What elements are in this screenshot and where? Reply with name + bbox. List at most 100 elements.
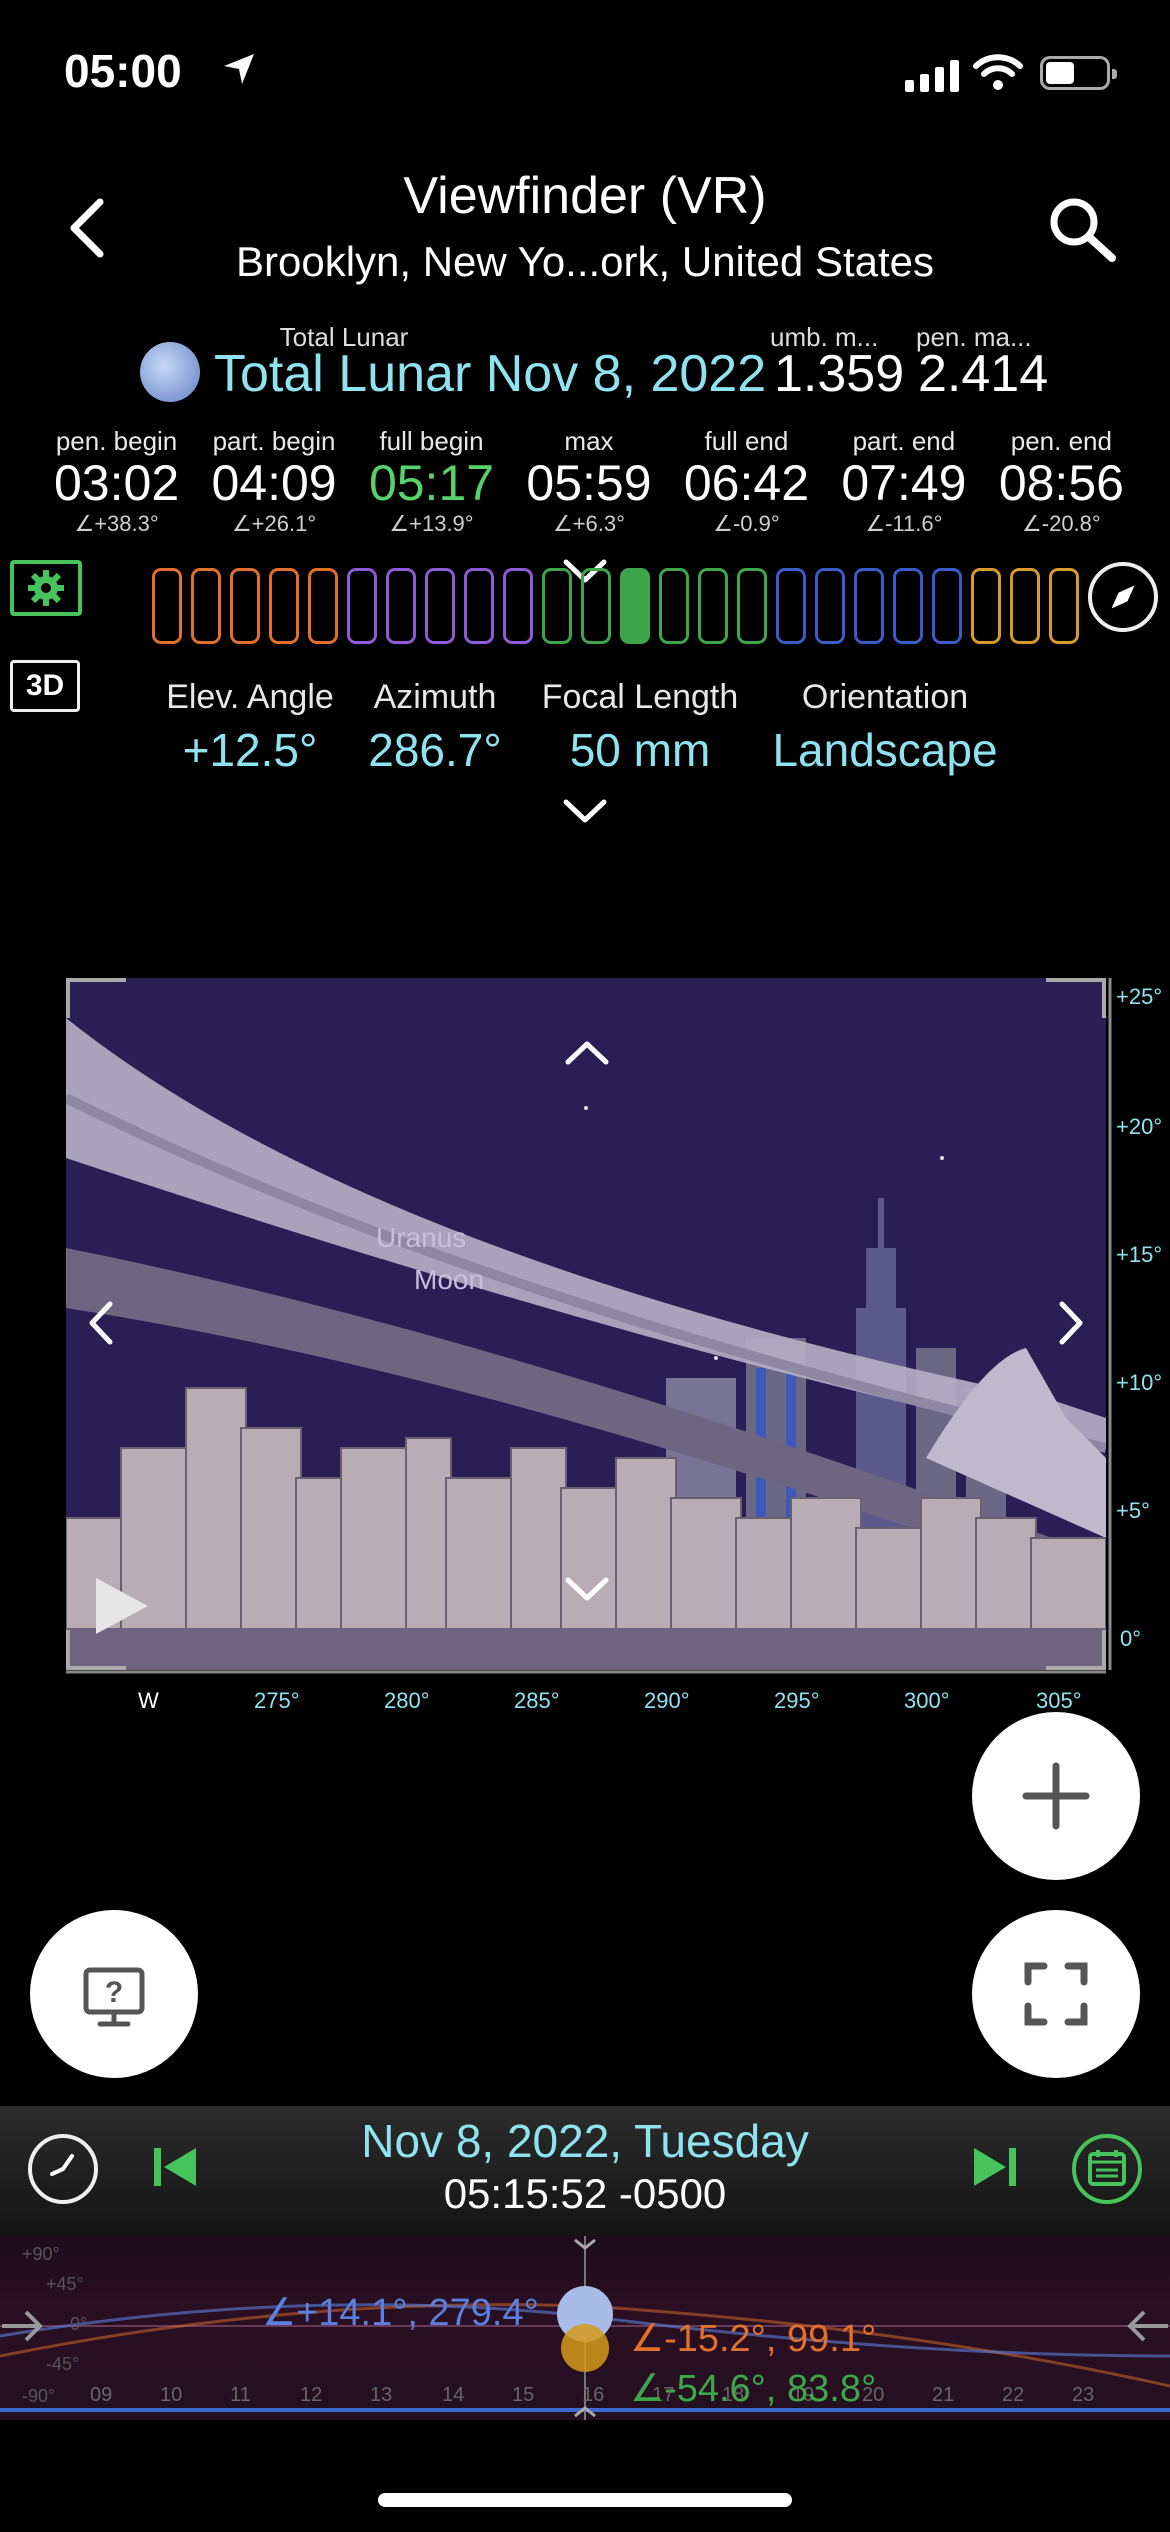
hour-label: 13 (370, 2384, 393, 2406)
location-name[interactable]: Brooklyn, New Yo...ork, United States (0, 238, 1170, 286)
altitude-label: 0° (70, 2314, 88, 2334)
phase-bar[interactable] (308, 568, 338, 644)
focal-length-param[interactable]: Focal Length 50 mm (520, 678, 760, 777)
phase-bar[interactable] (386, 568, 416, 644)
hour-label: 11 (230, 2384, 251, 2406)
chevron-down-icon[interactable] (560, 796, 610, 826)
cellular-signal-icon (905, 58, 959, 92)
pan-down-icon[interactable] (562, 1574, 612, 1604)
compass-icon[interactable] (1088, 562, 1158, 632)
hour-label: 09 (90, 2384, 113, 2406)
phase-bar[interactable] (620, 568, 650, 644)
penumbral-magnitude-value: 2.414 (918, 345, 1049, 403)
phase-bar[interactable] (425, 568, 455, 644)
azimuth-param[interactable]: Azimuth 286.7° (355, 678, 515, 777)
altitude-scale: +25° +20° +15° +10° +5° 0° (1106, 978, 1170, 1670)
viewfinder-scene[interactable]: Uranus Moon (66, 978, 1106, 1670)
phase-bar[interactable] (152, 568, 182, 644)
phase-bar[interactable] (1010, 568, 1040, 644)
pan-left-icon[interactable] (86, 1298, 116, 1348)
eclipse-name[interactable]: Total Lunar Nov 8, 2022 (214, 344, 766, 404)
contact-altitude: ∠+13.9° (389, 511, 474, 536)
contact-altitude: ∠-11.6° (865, 511, 943, 536)
3d-toggle-button[interactable]: 3D (10, 660, 80, 712)
plus-icon (1022, 1762, 1090, 1830)
param-value: +12.5° (182, 724, 318, 776)
phase-bar[interactable] (893, 568, 923, 644)
elevation-angle-param[interactable]: Elev. Angle +12.5° (150, 678, 350, 777)
contact-time: 08:56 (998, 455, 1124, 511)
search-icon[interactable] (1042, 190, 1122, 270)
hour-label: 15 (512, 2384, 535, 2406)
azimuth-tick: 275° (254, 1688, 300, 1713)
contact-part-begin[interactable]: part. begin 04:09 ∠+26.1° (211, 426, 336, 537)
hour-label: 14 (442, 2384, 465, 2406)
hour-label: 12 (300, 2384, 323, 2406)
phase-bar[interactable] (776, 568, 806, 644)
phase-bar[interactable] (854, 568, 884, 644)
phase-bar[interactable] (347, 568, 377, 644)
phase-bar[interactable] (971, 568, 1001, 644)
umbral-magnitude-value: 1.359 (774, 345, 905, 403)
skip-forward-icon[interactable] (970, 2142, 1020, 2192)
phase-bar[interactable] (503, 568, 533, 644)
moon-position: ∠+14.1°, 279.4° (262, 2292, 539, 2334)
fullscreen-button[interactable] (972, 1910, 1140, 2078)
phase-bar[interactable] (581, 568, 611, 644)
add-button[interactable] (972, 1712, 1140, 1880)
param-label: Orientation (801, 678, 969, 716)
contact-altitude: ∠+26.1° (231, 511, 317, 536)
page-title: Viewfinder (VR) (403, 167, 767, 225)
sun-position: ∠-15.2°, 99.1° (630, 2318, 877, 2360)
contact-time: 05:59 (526, 455, 652, 511)
phase-bar[interactable] (698, 568, 728, 644)
pan-up-icon[interactable] (562, 1038, 612, 1068)
city-skyline-illustration (66, 1018, 1106, 1670)
phase-bar[interactable] (464, 568, 494, 644)
phase-bar[interactable] (737, 568, 767, 644)
phase-bar[interactable] (542, 568, 572, 644)
contact-label: max (564, 426, 614, 456)
azimuth-tick: 285° (514, 1688, 560, 1713)
hour-label: 10 (160, 2384, 183, 2406)
contact-max[interactable]: max 05:59 ∠+6.3° (526, 426, 651, 537)
azimuth-tick: 300° (904, 1688, 950, 1713)
phase-bar[interactable] (269, 568, 299, 644)
contact-time: 07:49 (841, 455, 967, 511)
calendar-button[interactable] (1072, 2134, 1142, 2204)
param-value: 286.7° (368, 724, 502, 776)
contact-time: 04:09 (211, 455, 337, 511)
contact-full-end[interactable]: full end 06:42 ∠-0.9° (684, 426, 809, 537)
contact-part-end[interactable]: part. end 07:49 ∠-11.6° (841, 426, 966, 537)
phase-bar[interactable] (815, 568, 845, 644)
altitude-tick: 0° (1120, 1626, 1142, 1651)
contact-label: part. begin (212, 426, 336, 456)
altitude-label: -45° (46, 2354, 80, 2374)
altitude-tick: +10° (1116, 1370, 1163, 1395)
contact-altitude: ∠-20.8° (1022, 511, 1101, 536)
phase-bar[interactable] (1049, 568, 1079, 644)
time-slider[interactable]: +90° +45° 0° -45° -90° 09 10 11 12 13 14… (0, 2236, 1170, 2420)
phase-bar[interactable] (932, 568, 962, 644)
contact-altitude: ∠+6.3° (552, 511, 625, 536)
settings-button[interactable] (10, 560, 82, 616)
help-button[interactable]: ? (30, 1910, 198, 2078)
phase-bar[interactable] (659, 568, 689, 644)
home-indicator[interactable] (378, 2493, 792, 2507)
param-value: 50 mm (569, 724, 711, 776)
azimuth-scale: W 275° 280° 285° 290° 295° 300° 305° (66, 1670, 1106, 1730)
uranus-label: Uranus (376, 1222, 467, 1253)
azimuth-tick: W (138, 1688, 159, 1713)
phase-bar[interactable] (191, 568, 221, 644)
contact-full-begin[interactable]: full begin 05:17 ∠+13.9° (369, 426, 494, 537)
play-icon[interactable] (92, 1574, 152, 1638)
altitude-label: +90° (22, 2244, 60, 2264)
orientation-param[interactable]: Orientation Landscape (755, 678, 1015, 777)
phase-bar[interactable] (230, 568, 260, 644)
contact-pen-begin[interactable]: pen. begin 03:02 ∠+38.3° (54, 426, 179, 537)
pan-right-icon[interactable] (1056, 1298, 1086, 1348)
contact-times: pen. begin 03:02 ∠+38.3° part. begin 04:… (54, 426, 1124, 537)
eclipse-phase-bars[interactable] (152, 568, 1079, 644)
moon-icon (140, 342, 200, 402)
contact-pen-end[interactable]: pen. end 08:56 ∠-20.8° (999, 426, 1124, 537)
